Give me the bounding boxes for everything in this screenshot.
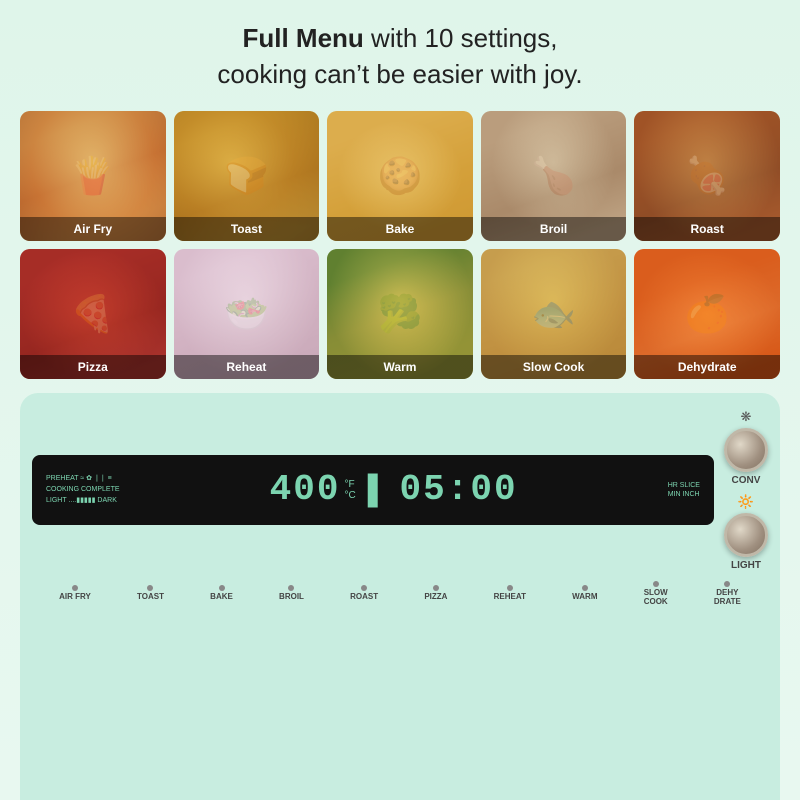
mode-btn-toast[interactable]: TOAST	[137, 585, 164, 602]
mode-text-reheat: REHEAT	[494, 593, 526, 602]
mode-btn-warm[interactable]: WARM	[572, 585, 597, 602]
mode-btn-roast[interactable]: ROAST	[350, 585, 378, 602]
mode-dot-air-fry	[72, 585, 78, 591]
mode-btn-pizza[interactable]: PIZZA	[424, 585, 447, 602]
mode-dot-pizza	[433, 585, 439, 591]
food-card-roast: 🍖 Roast	[634, 111, 780, 241]
conv-knob[interactable]	[724, 428, 768, 472]
oven-panel: PREHEAT ≈ ✿ ❘❘ ≡ COOKING COMPLETE LIGHT …	[20, 393, 780, 800]
lcd-separator: ▌	[368, 474, 388, 506]
mode-btn-reheat[interactable]: REHEAT	[494, 585, 526, 602]
food-label-slow-cook: Slow Cook	[481, 355, 627, 379]
light-knob[interactable]	[724, 513, 768, 557]
food-label-broil: Broil	[481, 217, 627, 241]
mode-text-slow-cook: SLOWCOOK	[644, 589, 668, 607]
display-row: PREHEAT ≈ ✿ ❘❘ ≡ COOKING COMPLETE LIGHT …	[32, 409, 768, 571]
mode-dot-toast	[147, 585, 153, 591]
mode-text-dehydrate: DEHYDRATE	[714, 589, 741, 607]
food-card-warm: 🥦 Warm	[327, 249, 473, 379]
lcd-right-labels: HR SLICE MIN INCH	[668, 482, 700, 498]
food-label-dehydrate: Dehydrate	[634, 355, 780, 379]
food-card-toast: 🍞 Toast	[174, 111, 320, 241]
headline: Full Menu with 10 settings, cooking can’…	[217, 20, 582, 93]
temp-unit-c: °C	[344, 490, 355, 501]
mode-btn-bake[interactable]: BAKE	[210, 585, 233, 602]
food-grid: 🍟 Air Fry 🍞 Toast 🍪 Bake 🍗 Broil 🍖 Roast…	[20, 111, 780, 379]
food-label-bake: Bake	[327, 217, 473, 241]
knob-conv-item: ❋ CONV	[724, 409, 768, 486]
label-min-inch: MIN INCH	[668, 491, 700, 498]
mode-text-broil: BROIL	[279, 593, 304, 602]
knob-light-item: 🔆 LIGHT	[724, 494, 768, 571]
food-label-air-fry: Air Fry	[20, 217, 166, 241]
indicator-preheat: PREHEAT ≈ ✿ ❘❘ ≡	[46, 474, 120, 483]
knob-group: ❋ CONV 🔆 LIGHT	[724, 409, 768, 571]
conv-icon: ❋	[741, 409, 752, 425]
lcd-main: 400 °F °C ▌ 05:00	[270, 469, 518, 510]
light-label: LIGHT	[731, 560, 761, 571]
headline-line2: cooking can’t be easier with joy.	[217, 59, 582, 89]
mode-dot-roast	[361, 585, 367, 591]
food-label-pizza: Pizza	[20, 355, 166, 379]
mode-dot-slow-cook	[653, 581, 659, 587]
temp-unit-f: °F	[344, 479, 355, 490]
lcd-left-indicators: PREHEAT ≈ ✿ ❘❘ ≡ COOKING COMPLETE LIGHT …	[46, 474, 120, 505]
mode-btn-slow-cook[interactable]: SLOWCOOK	[644, 581, 668, 607]
mode-btn-broil[interactable]: BROIL	[279, 585, 304, 602]
conv-label: CONV	[732, 475, 761, 486]
lcd-temperature: 400	[270, 469, 341, 510]
light-icon: 🔆	[738, 494, 754, 510]
indicator-light: LIGHT ....▮▮▮▮▮ DARK	[46, 496, 120, 505]
food-label-toast: Toast	[174, 217, 320, 241]
headline-bold: Full Menu	[243, 23, 364, 53]
mode-dot-broil	[288, 585, 294, 591]
mode-text-bake: BAKE	[210, 593, 233, 602]
lcd-time: 05:00	[400, 469, 518, 510]
mode-text-air-fry: AIR FRY	[59, 593, 91, 602]
mode-dot-dehydrate	[724, 581, 730, 587]
food-label-warm: Warm	[327, 355, 473, 379]
mode-dot-bake	[219, 585, 225, 591]
mode-text-pizza: PIZZA	[424, 593, 447, 602]
food-label-reheat: Reheat	[174, 355, 320, 379]
mode-text-warm: WARM	[572, 593, 597, 602]
food-card-dehydrate: 🍊 Dehydrate	[634, 249, 780, 379]
page-wrapper: Full Menu with 10 settings, cooking can’…	[0, 0, 800, 800]
food-card-slow-cook: 🐟 Slow Cook	[481, 249, 627, 379]
mode-dot-reheat	[507, 585, 513, 591]
mode-text-roast: ROAST	[350, 593, 378, 602]
food-card-broil: 🍗 Broil	[481, 111, 627, 241]
mode-dot-warm	[582, 585, 588, 591]
food-label-roast: Roast	[634, 217, 780, 241]
food-card-air-fry: 🍟 Air Fry	[20, 111, 166, 241]
food-card-reheat: 🥗 Reheat	[174, 249, 320, 379]
mode-btn-air-fry[interactable]: AIR FRY	[59, 585, 91, 602]
food-card-bake: 🍪 Bake	[327, 111, 473, 241]
label-hr-slice: HR SLICE	[668, 482, 700, 489]
mode-text-toast: TOAST	[137, 593, 164, 602]
headline-rest: with 10 settings,	[364, 23, 558, 53]
food-card-pizza: 🍕 Pizza	[20, 249, 166, 379]
lcd-temp-units: °F °C	[344, 479, 355, 501]
mode-buttons-row: AIR FRY TOAST BAKE BROIL ROAST PIZZA	[32, 581, 768, 607]
indicator-cooking: COOKING COMPLETE	[46, 485, 120, 494]
lcd-display: PREHEAT ≈ ✿ ❘❘ ≡ COOKING COMPLETE LIGHT …	[32, 455, 714, 525]
mode-btn-dehydrate[interactable]: DEHYDRATE	[714, 581, 741, 607]
